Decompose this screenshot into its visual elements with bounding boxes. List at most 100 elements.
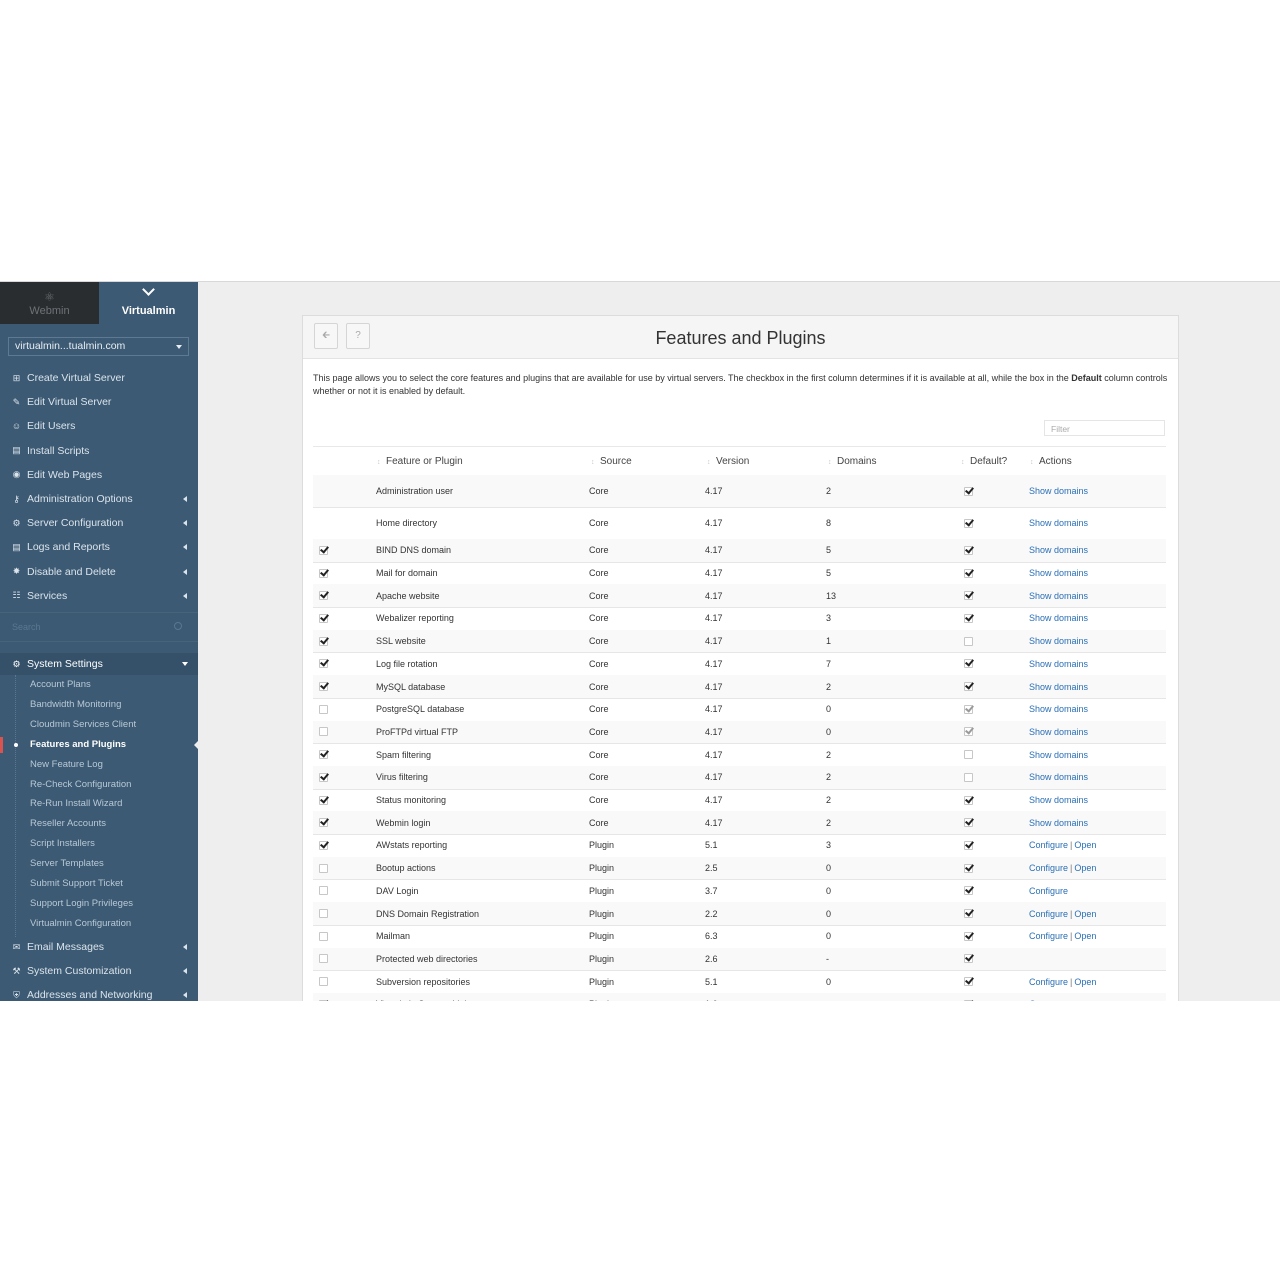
default-checkbox[interactable] <box>964 977 973 987</box>
enabled-checkbox[interactable] <box>319 931 328 941</box>
enabled-checkbox[interactable] <box>319 704 328 714</box>
action-link-configure[interactable]: Configure <box>1029 931 1068 941</box>
default-checkbox[interactable] <box>964 818 973 828</box>
menu-item-server-configuration[interactable]: ⚙ Server Configuration <box>0 512 198 534</box>
default-checkbox[interactable] <box>964 863 973 873</box>
enabled-checkbox[interactable] <box>319 750 328 760</box>
action-link-show-domains[interactable]: Show domains <box>1029 704 1088 714</box>
default-checkbox[interactable] <box>964 886 973 896</box>
default-checkbox[interactable] <box>964 795 973 805</box>
domain-select[interactable]: virtualmin...tualmin.com <box>8 337 189 356</box>
action-link-open[interactable]: Open <box>1074 863 1096 873</box>
default-checkbox[interactable] <box>964 954 973 964</box>
col-header-actions[interactable]: ↕ Actions <box>1030 456 1072 467</box>
default-checkbox[interactable] <box>964 772 973 782</box>
enabled-checkbox[interactable] <box>319 568 328 578</box>
submenu-item-bandwidth-monitoring[interactable]: Bandwidth Monitoring <box>0 695 198 715</box>
submenu-item-re-check-configuration[interactable]: Re-Check Configuration <box>0 775 198 795</box>
action-link-show-domains[interactable]: Show domains <box>1029 613 1088 623</box>
submenu-item-server-templates[interactable]: Server Templates <box>0 854 198 874</box>
menu-item-logs-and-reports[interactable]: ▤ Logs and Reports <box>0 536 198 558</box>
action-link-show-domains[interactable]: Show domains <box>1029 750 1088 760</box>
search-input[interactable]: Search <box>12 622 41 632</box>
default-checkbox[interactable] <box>964 840 973 850</box>
default-checkbox[interactable] <box>964 545 973 555</box>
action-link-show-domains[interactable]: Show domains <box>1029 772 1088 782</box>
action-link-configure[interactable]: Configure <box>1029 886 1068 896</box>
default-checkbox[interactable] <box>964 636 973 646</box>
menu-item-system-customization[interactable]: ⚒ System Customization <box>0 960 198 982</box>
default-checkbox[interactable] <box>964 704 973 714</box>
action-link-open[interactable]: Open <box>1074 931 1096 941</box>
enabled-checkbox[interactable] <box>319 636 328 646</box>
submenu-item-submit-support-ticket[interactable]: Submit Support Ticket <box>0 874 198 894</box>
col-header-feature[interactable]: ↕ Feature or Plugin <box>377 456 463 467</box>
action-link-open[interactable]: Open <box>1029 999 1051 1001</box>
enabled-checkbox[interactable] <box>319 954 328 964</box>
menu-item-edit-web-pages[interactable]: ◉ Edit Web Pages <box>0 464 198 486</box>
action-link-show-domains[interactable]: Show domains <box>1029 795 1088 805</box>
enabled-checkbox[interactable] <box>319 613 328 623</box>
action-link-show-domains[interactable]: Show domains <box>1029 727 1088 737</box>
enabled-checkbox[interactable] <box>319 682 328 692</box>
enabled-checkbox[interactable] <box>319 840 328 850</box>
default-checkbox[interactable] <box>964 486 973 496</box>
col-header-source[interactable]: ↕ Source <box>591 456 632 467</box>
enabled-checkbox[interactable] <box>319 545 328 555</box>
webmin-tab[interactable]: ⚛ Webmin <box>0 282 99 324</box>
action-link-configure[interactable]: Configure <box>1029 863 1068 873</box>
submenu-item-virtualmin-configuration[interactable]: Virtualmin Configuration <box>0 914 198 934</box>
enabled-checkbox[interactable] <box>319 909 328 919</box>
col-header-version[interactable]: ↕ Version <box>707 456 749 467</box>
default-checkbox[interactable] <box>964 931 973 941</box>
submenu-item-account-plans[interactable]: Account Plans <box>0 675 198 695</box>
col-header-domains[interactable]: ↕ Domains <box>828 456 876 467</box>
submenu-item-cloudmin-services-client[interactable]: Cloudmin Services Client <box>0 715 198 735</box>
submenu-item-reseller-accounts[interactable]: Reseller Accounts <box>0 814 198 834</box>
menu-item-email-messages[interactable]: ✉ Email Messages <box>0 936 198 958</box>
filter-input[interactable]: Filter <box>1044 420 1165 436</box>
default-checkbox[interactable] <box>964 613 973 623</box>
submenu-item-features-and-plugins[interactable]: Features and Plugins <box>0 735 198 755</box>
action-link-show-domains[interactable]: Show domains <box>1029 568 1088 578</box>
default-checkbox[interactable] <box>964 999 973 1001</box>
menu-item-install-scripts[interactable]: ▤ Install Scripts <box>0 440 198 462</box>
enabled-checkbox[interactable] <box>319 863 328 873</box>
action-link-open[interactable]: Open <box>1074 977 1096 987</box>
enabled-checkbox[interactable] <box>319 795 328 805</box>
enabled-checkbox[interactable] <box>319 999 328 1001</box>
default-checkbox[interactable] <box>964 568 973 578</box>
enabled-checkbox[interactable] <box>319 772 328 782</box>
action-link-show-domains[interactable]: Show domains <box>1029 518 1088 528</box>
default-checkbox[interactable] <box>964 750 973 760</box>
menu-item-addresses-and-networking[interactable]: ⛨ Addresses and Networking <box>0 984 198 1001</box>
menu-item-create-virtual-server[interactable]: ⊞ Create Virtual Server <box>0 367 198 389</box>
menu-item-edit-users[interactable]: ☺ Edit Users <box>0 415 198 437</box>
enabled-checkbox[interactable] <box>319 727 328 737</box>
default-checkbox[interactable] <box>964 682 973 692</box>
action-link-show-domains[interactable]: Show domains <box>1029 591 1088 601</box>
action-link-open[interactable]: Open <box>1074 840 1096 850</box>
default-checkbox[interactable] <box>964 518 973 528</box>
col-header-default[interactable]: ↕ Default? <box>961 456 1007 467</box>
action-link-show-domains[interactable]: Show domains <box>1029 636 1088 646</box>
submenu-item-support-login-privileges[interactable]: Support Login Privileges <box>0 894 198 914</box>
action-link-show-domains[interactable]: Show domains <box>1029 486 1088 496</box>
action-link-configure[interactable]: Configure <box>1029 909 1068 919</box>
virtualmin-tab[interactable]: Virtualmin <box>99 282 198 324</box>
enabled-checkbox[interactable] <box>319 977 328 987</box>
menu-item-services[interactable]: ☷ Services <box>0 585 198 607</box>
enabled-checkbox[interactable] <box>319 886 328 896</box>
menu-item-edit-virtual-server[interactable]: ✎ Edit Virtual Server <box>0 391 198 413</box>
action-link-show-domains[interactable]: Show domains <box>1029 659 1088 669</box>
enabled-checkbox[interactable] <box>319 659 328 669</box>
default-checkbox[interactable] <box>964 659 973 669</box>
menu-item-administration-options[interactable]: ⚷ Administration Options <box>0 488 198 510</box>
action-link-show-domains[interactable]: Show domains <box>1029 818 1088 828</box>
submenu-item-re-run-install-wizard[interactable]: Re-Run Install Wizard <box>0 794 198 814</box>
action-link-configure[interactable]: Configure <box>1029 840 1068 850</box>
action-link-open[interactable]: Open <box>1074 909 1096 919</box>
submenu-item-new-feature-log[interactable]: New Feature Log <box>0 755 198 775</box>
menu-system-settings[interactable]: ⚙ System Settings <box>0 653 198 675</box>
sidebar-search[interactable]: Search <box>0 612 198 642</box>
